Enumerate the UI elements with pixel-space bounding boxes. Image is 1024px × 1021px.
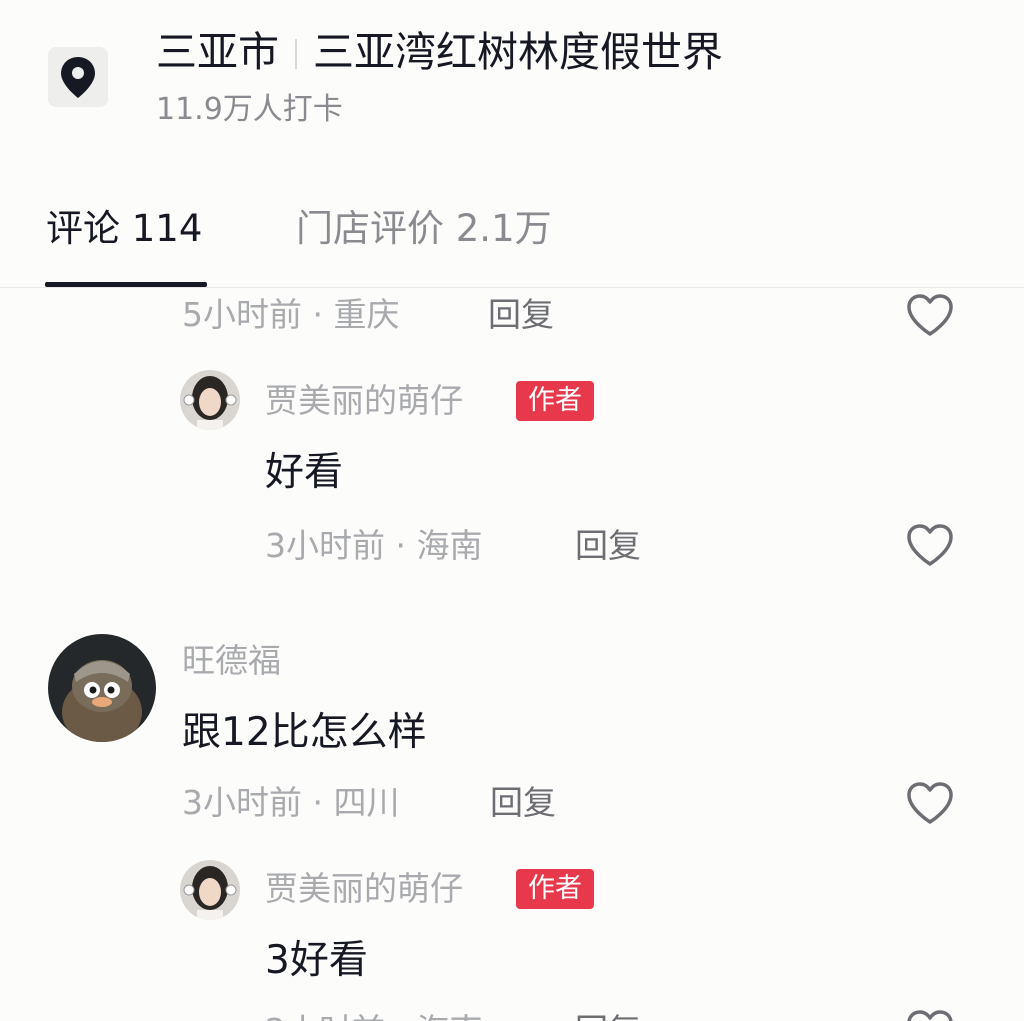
like-heart-icon[interactable] — [905, 522, 955, 568]
checkin-count: 11.9万人打卡 — [156, 92, 343, 127]
location-icon-box[interactable] — [48, 47, 108, 107]
location-name: 三亚湾红树林度假世界 — [313, 28, 723, 76]
reply-button[interactable]: 回复 — [490, 782, 556, 824]
like-heart-icon[interactable] — [905, 1008, 955, 1021]
reply-button[interactable]: 回复 — [575, 525, 641, 567]
username[interactable]: 旺德福 — [182, 640, 281, 682]
avatar[interactable] — [48, 634, 156, 742]
user-avatar-image — [48, 634, 156, 742]
tab-comments[interactable]: 评论 114 — [46, 205, 202, 253]
reply-button[interactable]: 回复 — [575, 1010, 641, 1021]
location-pin-icon — [61, 57, 95, 98]
location-title[interactable]: 三亚市 三亚湾红树林度假世界 — [156, 26, 723, 78]
reply-button[interactable]: 回复 — [488, 294, 554, 336]
comments-page: 三亚市 三亚湾红树林度假世界 11.9万人打卡 评论 114 门店评价 2.1万 … — [0, 0, 1024, 1021]
like-heart-icon[interactable] — [905, 780, 955, 826]
author-badge: 作者 — [516, 381, 594, 421]
tab-divider — [0, 287, 1024, 288]
comment-meta: 3小时前 · 四川 — [182, 783, 400, 822]
username[interactable]: 贾美丽的萌仔 — [265, 380, 463, 422]
comment-text: 跟12比怎么样 — [182, 710, 427, 755]
title-separator — [295, 39, 297, 69]
location-city: 三亚市 — [156, 28, 279, 76]
comment-meta: 5小时前 · 重庆 — [182, 295, 400, 334]
tab-store-reviews[interactable]: 门店评价 2.1万 — [296, 205, 552, 253]
author-badge: 作者 — [516, 869, 594, 909]
like-heart-icon[interactable] — [905, 292, 955, 338]
comment-text: 3好看 — [265, 938, 368, 983]
author-avatar-image — [180, 860, 240, 920]
username[interactable]: 贾美丽的萌仔 — [265, 868, 463, 910]
comment-meta: 3小时前 · 海南 — [265, 526, 483, 565]
comment-meta: 2小时前 · 海南 — [265, 1010, 482, 1021]
comment-text: 好看 — [265, 450, 344, 495]
author-avatar-image — [180, 370, 240, 430]
avatar[interactable] — [180, 860, 240, 920]
avatar[interactable] — [180, 370, 240, 430]
